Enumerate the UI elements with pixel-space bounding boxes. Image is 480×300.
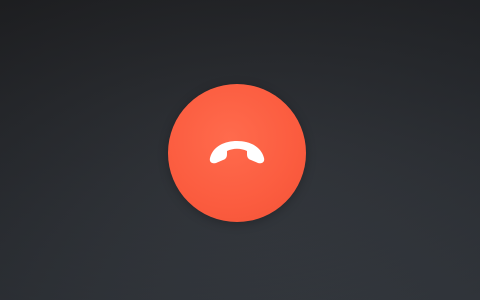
call-screen: [0, 0, 480, 300]
phone-hangup-icon: [205, 133, 269, 173]
end-call-button[interactable]: [168, 84, 306, 222]
